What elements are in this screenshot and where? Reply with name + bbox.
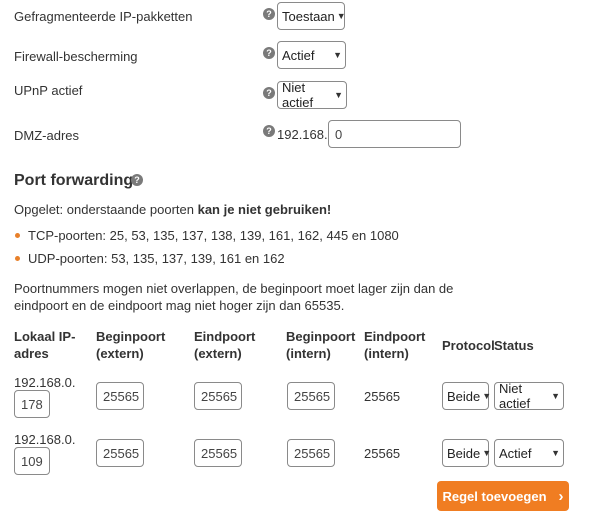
header-end-extern: Eindpoort (extern) bbox=[194, 329, 256, 361]
fragmented-select[interactable]: Toestaan ▼ bbox=[277, 2, 346, 30]
upnp-select[interactable]: Niet actief ▼ bbox=[277, 80, 347, 110]
begin-extern-input[interactable]: 25565 bbox=[96, 382, 144, 410]
bullet bbox=[15, 233, 20, 238]
begin-intern-input[interactable]: 25565 bbox=[287, 439, 335, 467]
header-status: Status bbox=[494, 338, 534, 353]
help-icon[interactable]: ? bbox=[263, 125, 275, 137]
udp-ports-text: UDP-poorten: 53, 135, 137, 139, 161 en 1… bbox=[28, 251, 285, 266]
header-end-intern: Eindpoort (intern) bbox=[364, 329, 426, 361]
chevron-down-icon: ▼ bbox=[334, 90, 343, 100]
help-icon[interactable]: ? bbox=[263, 47, 275, 59]
header-protocol: Protocol bbox=[442, 338, 495, 353]
ip-suffix-input[interactable]: 109 bbox=[14, 447, 50, 475]
status-select[interactable]: Niet actief ▼ bbox=[494, 381, 564, 411]
header-begin-intern: Beginpoort (intern) bbox=[286, 329, 356, 361]
chevron-down-icon: ▼ bbox=[551, 391, 560, 401]
chevron-down-icon: ▼ bbox=[482, 391, 492, 401]
section-title: Port forwarding bbox=[14, 172, 134, 189]
chevron-down-icon: ▼ bbox=[482, 448, 492, 458]
end-intern-value: 25565 bbox=[364, 446, 401, 461]
chevron-down-icon: ▼ bbox=[336, 11, 346, 21]
port-note-line2: eindpoort en de eindpoort mag niet hoger… bbox=[14, 298, 345, 313]
fragmented-label: Gefragmenteerde IP-pakketten bbox=[14, 9, 193, 24]
protocol-select[interactable]: Beide ▼ bbox=[442, 439, 492, 467]
help-icon[interactable]: ? bbox=[263, 8, 275, 20]
ip-prefix: 192.168.0. bbox=[14, 432, 76, 447]
help-icon[interactable]: ? bbox=[131, 174, 143, 186]
end-extern-input[interactable]: 25565 bbox=[194, 439, 242, 467]
dmz-label: DMZ-adres bbox=[14, 128, 80, 143]
chevron-down-icon: ▼ bbox=[551, 448, 560, 458]
protocol-select[interactable]: Beide ▼ bbox=[442, 382, 492, 410]
header-begin-extern: Beginpoort (extern) bbox=[96, 329, 166, 361]
end-extern-input[interactable]: 25565 bbox=[194, 382, 242, 410]
begin-extern-input[interactable]: 25565 bbox=[96, 439, 144, 467]
chevron-right-icon: › bbox=[558, 487, 564, 505]
ip-suffix-input[interactable]: 178 bbox=[14, 390, 50, 418]
header-local-ip: Lokaal IP- adres bbox=[14, 329, 76, 361]
add-rule-button[interactable]: Regel toevoegen › bbox=[437, 481, 569, 511]
help-icon[interactable]: ? bbox=[263, 87, 275, 99]
bullet bbox=[15, 256, 20, 261]
upnp-label: UPnP actief bbox=[14, 83, 83, 98]
begin-intern-input[interactable]: 25565 bbox=[287, 382, 335, 410]
dmz-address-input[interactable]: 0 bbox=[328, 120, 461, 148]
status-select[interactable]: Actief ▼ bbox=[494, 439, 564, 467]
chevron-down-icon: ▼ bbox=[333, 50, 342, 60]
port-note-line1: Poortnummers mogen niet overlappen, de b… bbox=[14, 281, 454, 296]
tcp-ports-text: TCP-poorten: 25, 53, 135, 137, 138, 139,… bbox=[28, 228, 399, 243]
warning-text: Opgelet: onderstaande poorten kan je nie… bbox=[14, 202, 332, 217]
firewall-select[interactable]: Actief ▼ bbox=[277, 41, 346, 69]
firewall-label: Firewall-bescherming bbox=[14, 49, 138, 64]
ip-prefix: 192.168.0. bbox=[14, 375, 76, 390]
end-intern-value: 25565 bbox=[364, 389, 401, 404]
